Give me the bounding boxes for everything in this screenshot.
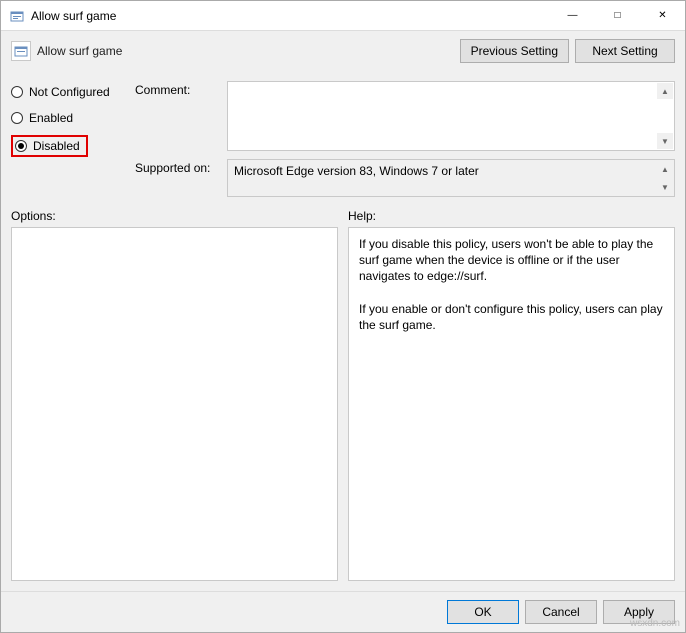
next-setting-button[interactable]: Next Setting [575, 39, 675, 63]
supported-label: Supported on: [135, 159, 223, 197]
policy-icon [9, 8, 25, 24]
minimize-button[interactable]: — [550, 1, 595, 30]
help-column: Help: If you disable this policy, users … [348, 209, 675, 581]
help-panel: If you disable this policy, users won't … [348, 227, 675, 581]
policy-header-title: Allow surf game [37, 44, 460, 58]
scroll-down-icon[interactable]: ▼ [657, 133, 673, 149]
options-column: Options: [11, 209, 338, 581]
supported-value: Microsoft Edge version 83, Windows 7 or … [234, 164, 479, 178]
radio-not-configured-label: Not Configured [29, 85, 110, 99]
maximize-button[interactable]: □ [595, 1, 640, 30]
radio-enabled[interactable]: Enabled [11, 109, 77, 127]
ok-button[interactable]: OK [447, 600, 519, 624]
comment-field[interactable]: ▲ ▼ [227, 81, 675, 151]
window-controls: — □ ✕ [550, 1, 685, 30]
radio-circle-icon [11, 86, 23, 98]
lower-row: Options: Help: If you disable this polic… [11, 209, 675, 581]
radio-enabled-label: Enabled [29, 111, 73, 125]
scroll-up-icon[interactable]: ▲ [657, 83, 673, 99]
cancel-button[interactable]: Cancel [525, 600, 597, 624]
scroll-down-icon[interactable]: ▼ [657, 179, 673, 195]
state-radio-group: Not Configured Enabled Disabled [11, 81, 131, 197]
header-row: Allow surf game Previous Setting Next Se… [11, 39, 675, 63]
policy-header-icon [11, 41, 31, 61]
radio-circle-icon [11, 112, 23, 124]
radio-circle-icon [15, 140, 27, 152]
window-title: Allow surf game [31, 9, 550, 23]
nav-buttons: Previous Setting Next Setting [460, 39, 675, 63]
comment-label: Comment: [135, 81, 223, 151]
radio-not-configured[interactable]: Not Configured [11, 83, 114, 101]
supported-field: Microsoft Edge version 83, Windows 7 or … [227, 159, 675, 197]
help-label: Help: [348, 209, 675, 223]
options-panel[interactable] [11, 227, 338, 581]
apply-button[interactable]: Apply [603, 600, 675, 624]
close-button[interactable]: ✕ [640, 1, 685, 30]
titlebar: Allow surf game — □ ✕ [1, 1, 685, 31]
content-area: Allow surf game Previous Setting Next Se… [1, 31, 685, 591]
footer: OK Cancel Apply [1, 591, 685, 632]
previous-setting-button[interactable]: Previous Setting [460, 39, 569, 63]
radio-disabled-label: Disabled [33, 139, 80, 153]
radio-dot-icon [18, 143, 24, 149]
options-label: Options: [11, 209, 338, 223]
radio-disabled[interactable]: Disabled [11, 135, 88, 157]
scroll-up-icon[interactable]: ▲ [657, 161, 673, 177]
policy-window: Allow surf game — □ ✕ Allow surf game Pr… [0, 0, 686, 633]
config-grid: Not Configured Enabled Disabled Comment:… [11, 81, 675, 197]
